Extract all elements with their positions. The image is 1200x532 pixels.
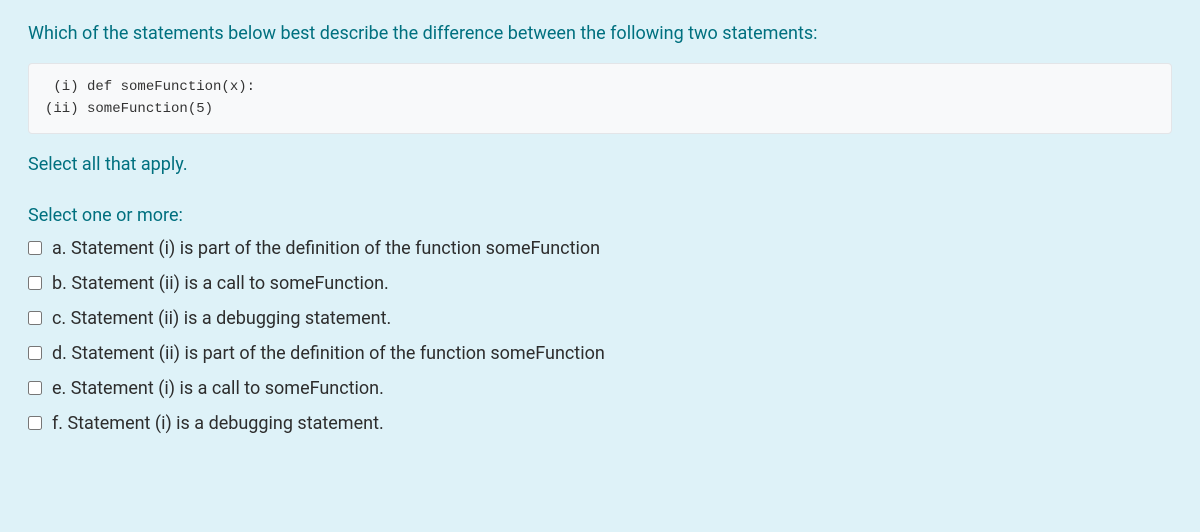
option-letter: e. (52, 378, 66, 399)
option-label-b[interactable]: b. Statement (ii) is a call to someFunct… (52, 273, 389, 294)
option-label-f[interactable]: f. Statement (i) is a debugging statemen… (52, 413, 384, 434)
option-d: d. Statement (ii) is part of the definit… (28, 343, 1172, 364)
option-letter: f. (52, 413, 63, 434)
option-label-e[interactable]: e. Statement (i) is a call to someFuncti… (52, 378, 384, 399)
option-text: Statement (i) is part of the definition … (71, 238, 600, 259)
option-text: Statement (ii) is part of the definition… (71, 343, 604, 364)
option-letter: c. (52, 308, 66, 329)
option-c: c. Statement (ii) is a debugging stateme… (28, 308, 1172, 329)
checkbox-a[interactable] (28, 241, 42, 255)
option-label-a[interactable]: a. Statement (i) is part of the definiti… (52, 238, 600, 259)
option-text: Statement (ii) is a call to someFunction… (71, 273, 388, 294)
option-f: f. Statement (i) is a debugging statemen… (28, 413, 1172, 434)
option-b: b. Statement (ii) is a call to someFunct… (28, 273, 1172, 294)
checkbox-f[interactable] (28, 416, 42, 430)
option-text: Statement (ii) is a debugging statement. (71, 308, 392, 329)
checkbox-b[interactable] (28, 276, 42, 290)
option-letter: d. (52, 343, 67, 364)
select-prompt: Select one or more: (28, 205, 1172, 226)
option-letter: b. (52, 273, 67, 294)
option-e: e. Statement (i) is a call to someFuncti… (28, 378, 1172, 399)
option-letter: a. (52, 238, 67, 259)
option-label-c[interactable]: c. Statement (ii) is a debugging stateme… (52, 308, 391, 329)
options-list: a. Statement (i) is part of the definiti… (28, 238, 1172, 434)
checkbox-d[interactable] (28, 346, 42, 360)
code-block: (i) def someFunction(x): (ii) someFuncti… (28, 63, 1172, 134)
option-text: Statement (i) is a call to someFunction. (71, 378, 384, 399)
option-label-d[interactable]: d. Statement (ii) is part of the definit… (52, 343, 605, 364)
checkbox-c[interactable] (28, 311, 42, 325)
question-prompt: Which of the statements below best descr… (28, 20, 1172, 47)
question-container: Which of the statements below best descr… (0, 0, 1200, 532)
instruction-text: Select all that apply. (28, 154, 1172, 175)
option-text: Statement (i) is a debugging statement. (67, 413, 383, 434)
option-a: a. Statement (i) is part of the definiti… (28, 238, 1172, 259)
checkbox-e[interactable] (28, 381, 42, 395)
